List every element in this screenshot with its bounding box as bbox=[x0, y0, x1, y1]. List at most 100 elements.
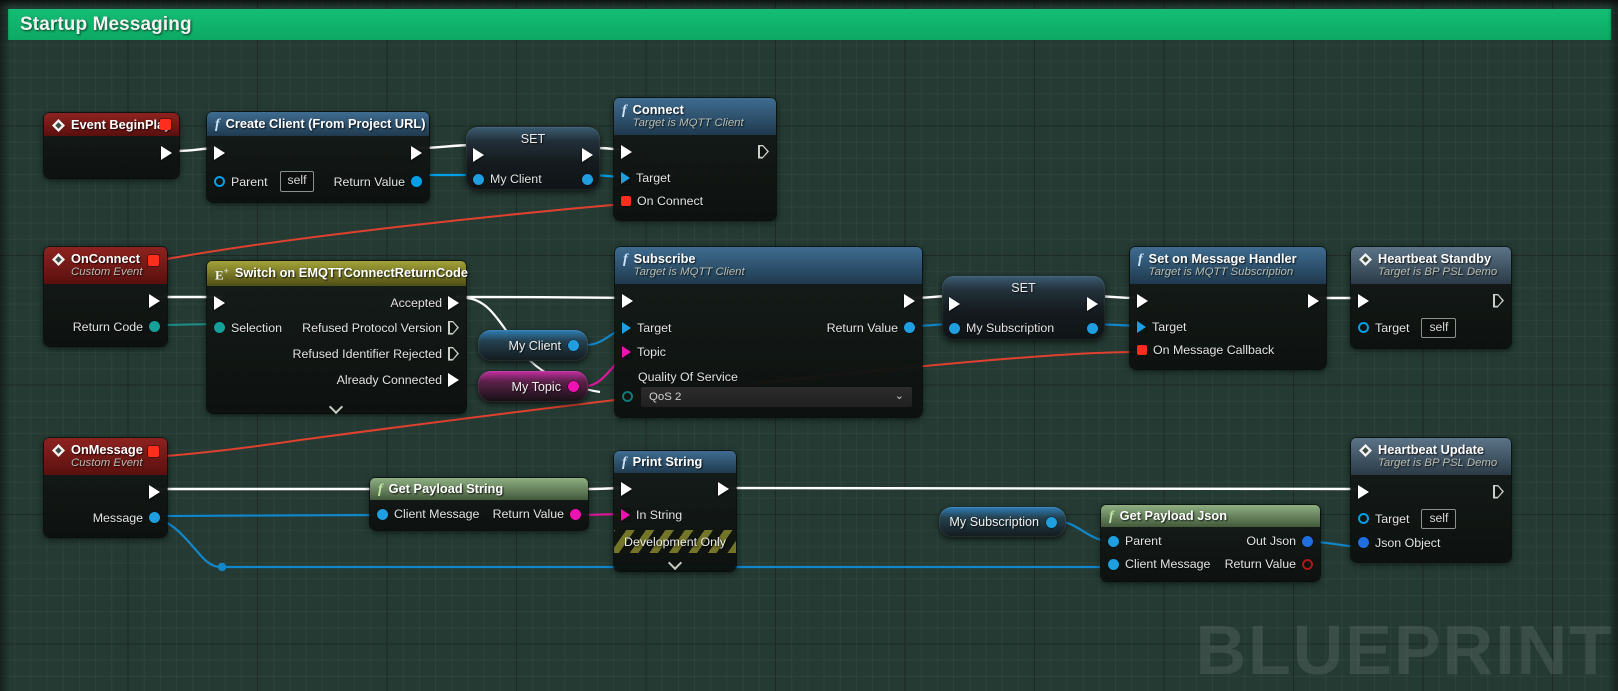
input-pin-target[interactable]: Target self bbox=[1351, 317, 1457, 338]
output-pin-message[interactable]: Message bbox=[93, 511, 167, 525]
output-pin-my-client[interactable] bbox=[582, 173, 600, 185]
pin-label: Target bbox=[1375, 511, 1410, 526]
quality-of-service-control[interactable]: Quality Of Service QoS 2 ⌄ bbox=[615, 370, 922, 408]
input-pin-parent[interactable]: Parent self bbox=[207, 171, 315, 192]
blueprint-graph-canvas[interactable]: Startup Messaging BLUEPRINT Event BeginP… bbox=[0, 0, 1618, 691]
input-pin-my-subscription[interactable]: My Subscription bbox=[942, 321, 1054, 335]
exec-out-pin-refused-protocol-version[interactable]: Refused Protocol Version bbox=[302, 321, 466, 335]
comment-box-header[interactable]: Startup Messaging bbox=[8, 9, 1611, 40]
node-set-my-subscription[interactable]: SET My Subscription bbox=[942, 276, 1105, 340]
enum-pin-icon bbox=[214, 322, 225, 334]
exec-out-pin[interactable] bbox=[1087, 297, 1105, 311]
event-delegate-pin[interactable] bbox=[148, 446, 159, 457]
exec-out-pin[interactable] bbox=[758, 145, 776, 159]
exec-out-pin-already-connected[interactable]: Already Connected bbox=[337, 372, 466, 387]
input-pin-on-connect[interactable]: On Connect bbox=[614, 194, 703, 208]
input-pin-selection[interactable]: Selection bbox=[207, 321, 282, 335]
node-header: Heartbeat Standby Target is BP PSL Demo bbox=[1351, 247, 1511, 284]
target-value-field[interactable]: self bbox=[1421, 317, 1457, 338]
target-value-field[interactable]: self bbox=[1421, 508, 1457, 529]
input-pin-target[interactable]: Target bbox=[614, 171, 670, 185]
node-set-on-message-handler[interactable]: f Set on Message Handler Target is MQTT … bbox=[1130, 247, 1326, 369]
output-pin-return-code[interactable]: Return Code bbox=[73, 320, 167, 334]
qos-dropdown[interactable]: QoS 2 ⌄ bbox=[640, 385, 913, 408]
exec-in-pin[interactable] bbox=[1351, 484, 1369, 499]
exec-out-pin[interactable] bbox=[149, 484, 167, 499]
node-connect[interactable]: f Connect Target is MQTT Client Target O… bbox=[614, 98, 776, 220]
node-create-client[interactable]: f Create Client (From Project URL) Paren… bbox=[207, 112, 429, 202]
node-get-payload-string[interactable]: f Get Payload String Client Message Retu… bbox=[370, 478, 588, 530]
exec-in-pin[interactable] bbox=[1130, 293, 1148, 308]
node-get-my-topic[interactable]: My Topic bbox=[478, 371, 588, 402]
input-pin-my-client[interactable]: My Client bbox=[466, 172, 542, 186]
exec-out-pin-refused-identifier-rejected[interactable]: Refused Identifier Rejected bbox=[293, 347, 466, 361]
exec-out-pin[interactable] bbox=[149, 293, 167, 308]
output-pin-my-subscription[interactable] bbox=[1087, 322, 1105, 334]
output-pin-return-value[interactable]: Return Value bbox=[827, 321, 922, 335]
input-pin-target[interactable]: Target self bbox=[1351, 508, 1457, 529]
object-arrow-pin-icon bbox=[622, 321, 631, 334]
exec-in-pin[interactable] bbox=[207, 295, 225, 310]
exec-in-pin[interactable] bbox=[614, 482, 632, 497]
exec-in-pin[interactable] bbox=[614, 144, 632, 159]
object-pin-icon[interactable] bbox=[568, 340, 579, 351]
object-pin-icon[interactable] bbox=[1046, 516, 1057, 528]
exec-row bbox=[615, 290, 922, 312]
string-pin-icon[interactable] bbox=[568, 381, 579, 392]
input-pin-target[interactable]: Target bbox=[615, 321, 671, 335]
function-icon: f bbox=[1138, 252, 1143, 267]
exec-out-pin[interactable] bbox=[582, 148, 600, 162]
event-delegate-pin[interactable] bbox=[160, 119, 171, 130]
input-pin-target[interactable]: Target bbox=[1130, 320, 1186, 334]
node-subscribe[interactable]: f Subscribe Target is MQTT Client Target… bbox=[615, 247, 922, 417]
exec-out-pin-accepted[interactable]: Accepted bbox=[390, 295, 466, 310]
node-heartbeat-update[interactable]: Heartbeat Update Target is BP PSL Demo T… bbox=[1351, 438, 1511, 562]
exec-out-pin[interactable] bbox=[1493, 485, 1511, 499]
node-expand-toggle[interactable] bbox=[614, 553, 736, 571]
input-pin-parent[interactable]: Parent bbox=[1101, 534, 1162, 548]
pin-label: Client Message bbox=[1125, 557, 1211, 572]
exec-out-pin[interactable] bbox=[904, 293, 922, 308]
node-get-payload-json[interactable]: f Get Payload Json Parent Out Json Clien… bbox=[1101, 505, 1320, 581]
exec-out-pin[interactable] bbox=[1308, 293, 1326, 308]
input-pin-client-message[interactable]: Client Message bbox=[1101, 557, 1210, 571]
node-set-my-client[interactable]: SET My Client bbox=[466, 127, 600, 190]
exec-out-pin[interactable] bbox=[411, 146, 429, 161]
output-pin-return-value[interactable]: Return Value bbox=[334, 175, 429, 189]
event-delegate-pin[interactable] bbox=[148, 255, 159, 266]
pure-function-icon: f bbox=[1109, 509, 1114, 524]
node-event-begin-play[interactable]: Event BeginPlay bbox=[44, 113, 179, 179]
node-on-connect-event[interactable]: OnConnect Custom Event Return Code bbox=[44, 247, 167, 346]
exec-in-pin[interactable] bbox=[615, 293, 633, 308]
node-get-my-client[interactable]: My Client bbox=[478, 330, 588, 361]
blueprint-watermark: BLUEPRINT bbox=[1195, 611, 1614, 689]
output-pin-out-json[interactable]: Out Json bbox=[1246, 534, 1320, 548]
exec-out-pin[interactable] bbox=[1493, 294, 1511, 308]
input-pin-in-string[interactable]: In String bbox=[614, 508, 682, 522]
node-switch-on-connect-return-code[interactable]: E+ Switch on EMQTTConnectReturnCode Acce… bbox=[207, 261, 468, 413]
input-pin-client-message[interactable]: Client Message bbox=[370, 507, 479, 521]
exec-in-pin[interactable] bbox=[942, 297, 960, 311]
exec-out-pin[interactable] bbox=[161, 146, 179, 161]
exec-in-pin[interactable] bbox=[1351, 293, 1369, 308]
node-expand-toggle[interactable] bbox=[207, 399, 466, 411]
input-pin-on-message-callback[interactable]: On Message Callback bbox=[1130, 343, 1274, 357]
input-pin-topic[interactable]: Topic bbox=[615, 345, 666, 359]
output-pin-return-value[interactable]: Return Value bbox=[1225, 557, 1320, 571]
enum-pin-icon[interactable] bbox=[622, 391, 633, 403]
node-on-message-event[interactable]: OnMessage Custom Event Message bbox=[44, 438, 167, 537]
exec-out-pin[interactable] bbox=[718, 482, 736, 497]
node-title: Heartbeat Standby bbox=[1378, 251, 1492, 266]
function-icon: f bbox=[622, 103, 627, 118]
node-subtitle: Target is MQTT Client bbox=[632, 117, 744, 130]
output-pin-return-value[interactable]: Return Value bbox=[493, 507, 588, 521]
parent-value-field[interactable]: self bbox=[279, 171, 315, 192]
delegate-pin-icon bbox=[621, 195, 631, 206]
node-heartbeat-standby[interactable]: Heartbeat Standby Target is BP PSL Demo … bbox=[1351, 247, 1511, 348]
exec-in-pin[interactable] bbox=[466, 148, 484, 162]
node-print-string[interactable]: f Print String In String Development Onl… bbox=[614, 451, 736, 572]
exec-in-pin[interactable] bbox=[207, 146, 225, 161]
node-get-my-subscription[interactable]: My Subscription bbox=[939, 507, 1066, 537]
node-title: Connect bbox=[632, 102, 684, 117]
input-pin-json-object[interactable]: Json Object bbox=[1351, 536, 1440, 550]
